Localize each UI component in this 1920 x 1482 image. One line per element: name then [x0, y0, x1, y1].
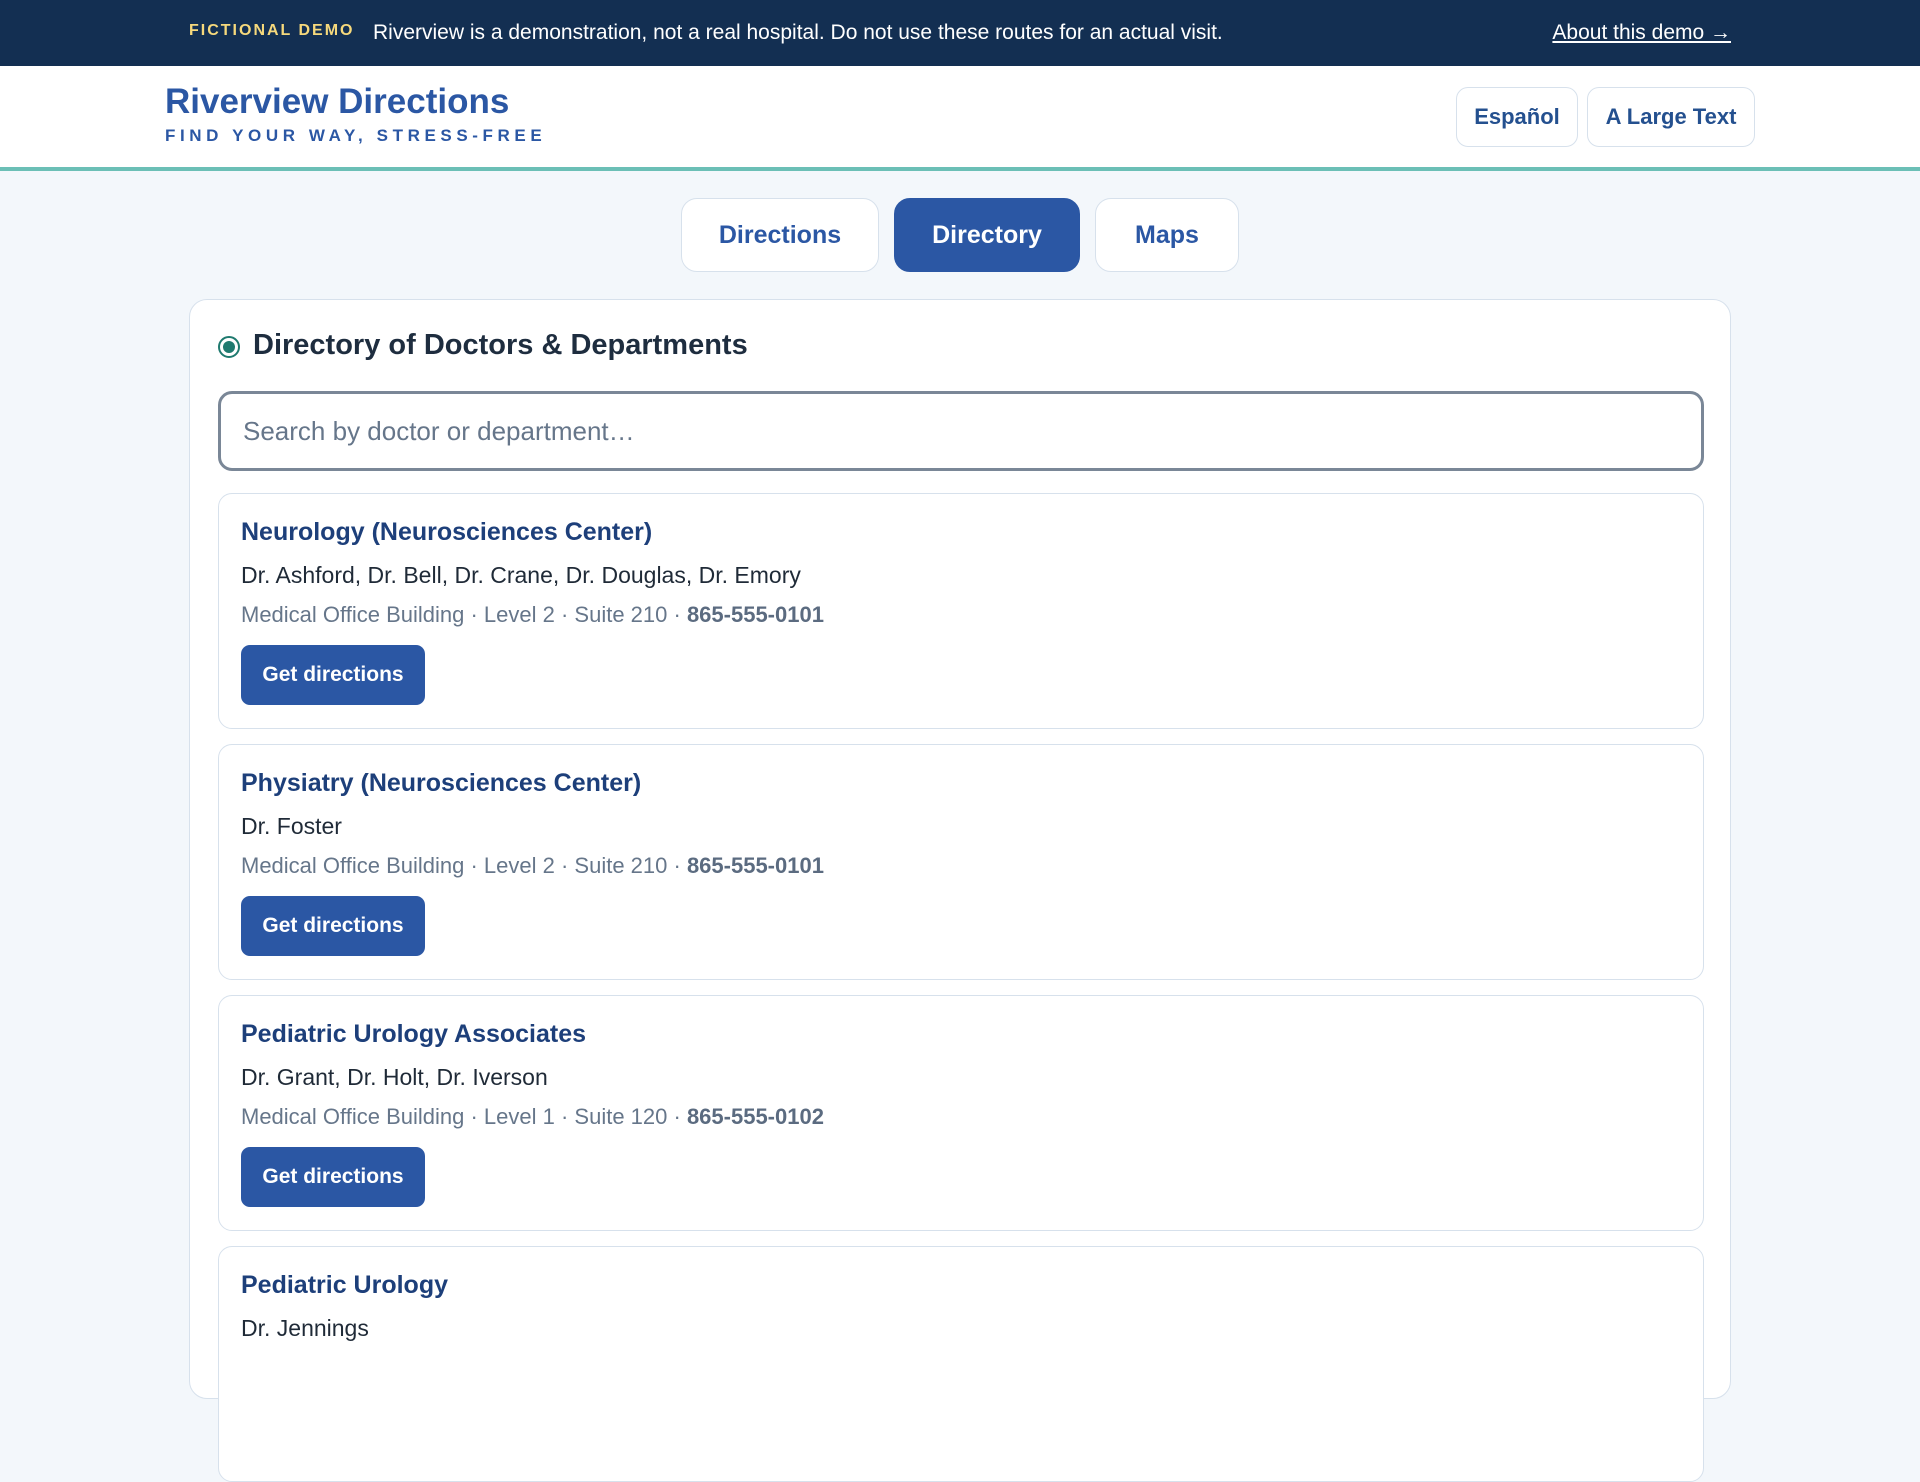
get-directions-button[interactable]: Get directions	[241, 1147, 425, 1207]
about-demo-link[interactable]: About this demo →	[1552, 21, 1731, 45]
tab-maps[interactable]: Maps	[1095, 198, 1239, 272]
tab-directions[interactable]: Directions	[681, 198, 879, 272]
department-name: Neurology (Neurosciences Center)	[241, 518, 653, 546]
demo-message: Riverview is a demonstration, not a real…	[373, 21, 1223, 44]
location-info: Medical Office Building · Level 1 · Suit…	[241, 1104, 824, 1130]
location-info: Medical Office Building · Level 2 · Suit…	[241, 602, 824, 628]
directory-panel: Directory of Doctors & Departments Neuro…	[189, 299, 1731, 1482]
directory-heading: Directory of Doctors & Departments	[218, 329, 748, 362]
language-button[interactable]: Español	[1456, 87, 1578, 147]
location-text: Medical Office Building · Level 2 · Suit…	[241, 853, 687, 878]
get-directions-button[interactable]: Get directions	[241, 645, 425, 705]
demo-banner: FICTIONAL DEMO Riverview is a demonstrat…	[0, 0, 1920, 66]
department-name: Physiatry (Neurosciences Center)	[241, 769, 642, 797]
large-text-button[interactable]: A Large Text	[1587, 87, 1755, 147]
doctor-list: Dr. Grant, Dr. Holt, Dr. Iverson	[241, 1064, 548, 1090]
directory-search-input[interactable]	[218, 391, 1704, 471]
directory-heading-text: Directory of Doctors & Departments	[253, 329, 748, 361]
site-header: Riverview Directions FIND YOUR WAY, STRE…	[0, 66, 1920, 171]
location-text: Medical Office Building · Level 2 · Suit…	[241, 602, 687, 627]
radio-dot-icon	[218, 335, 240, 358]
tab-directory[interactable]: Directory	[894, 198, 1080, 272]
phone-number: 865-555-0102	[686, 1104, 824, 1129]
location-text: Medical Office Building · Level 1 · Suit…	[241, 1104, 687, 1129]
directory-entry: Pediatric Urology Dr. Jennings	[218, 1246, 1704, 1482]
site-tagline: FIND YOUR WAY, STRESS-FREE	[165, 126, 547, 145]
directory-entry: Pediatric Urology Associates Dr. Grant, …	[218, 995, 1704, 1231]
department-name: Pediatric Urology Associates	[241, 1020, 587, 1048]
phone-number: 865-555-0101	[686, 602, 824, 627]
department-name: Pediatric Urology	[241, 1271, 448, 1299]
doctor-list: Dr. Jennings	[241, 1315, 369, 1341]
doctor-list: Dr. Ashford, Dr. Bell, Dr. Crane, Dr. Do…	[241, 562, 801, 588]
demo-tag: FICTIONAL DEMO	[189, 22, 355, 39]
location-info: Medical Office Building · Level 2 · Suit…	[241, 853, 824, 879]
directory-entry: Physiatry (Neurosciences Center) Dr. Fos…	[218, 744, 1704, 980]
phone-number: 865-555-0101	[686, 853, 824, 878]
doctor-list: Dr. Foster	[241, 813, 342, 839]
site-title: Riverview Directions	[165, 82, 510, 121]
get-directions-button[interactable]: Get directions	[241, 896, 425, 956]
directory-entry: Neurology (Neurosciences Center) Dr. Ash…	[218, 493, 1704, 729]
